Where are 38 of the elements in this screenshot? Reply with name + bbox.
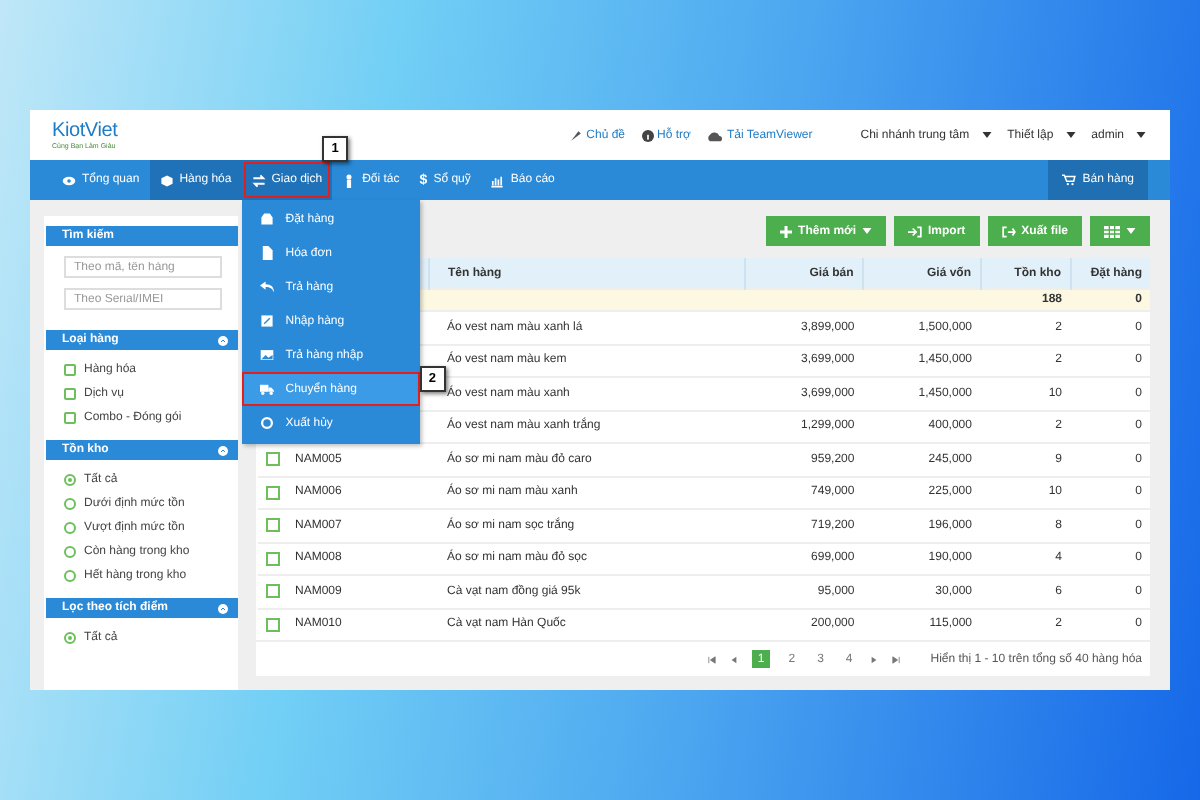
caret-icon [861, 228, 872, 234]
eye-icon [62, 173, 76, 187]
box-icon [159, 173, 174, 187]
caret-icon [1136, 132, 1146, 138]
columns-button[interactable] [1090, 216, 1150, 246]
cart-icon [1062, 174, 1077, 186]
row-checkbox[interactable] [265, 584, 279, 599]
caret-icon [1126, 228, 1136, 234]
logo: KiotViet [52, 121, 118, 141]
caret-icon [981, 132, 992, 138]
truck-icon [259, 382, 274, 396]
collapse-icon[interactable] [218, 335, 228, 345]
info-icon [641, 129, 654, 141]
row-checkbox[interactable] [265, 551, 279, 566]
cloud-icon [706, 129, 723, 141]
row-checkbox[interactable] [265, 617, 279, 632]
sign-in-icon [907, 225, 922, 237]
chart-icon [490, 173, 505, 187]
reply-icon [259, 280, 274, 294]
grid-icon [1104, 225, 1120, 237]
plus-icon [780, 225, 793, 237]
person-icon [342, 173, 357, 187]
inbox-icon [259, 212, 274, 226]
import-icon [259, 314, 274, 328]
previous-page-icon[interactable] [729, 655, 738, 663]
row-checkbox[interactable] [265, 452, 279, 467]
caret-icon [1065, 132, 1076, 138]
sign-out-icon [1001, 225, 1016, 237]
last-page-icon[interactable] [892, 655, 901, 663]
brush-icon [570, 129, 583, 141]
swap-icon [251, 173, 266, 187]
row-checkbox[interactable] [265, 485, 279, 500]
collapse-icon[interactable] [218, 603, 228, 613]
image-icon [259, 348, 274, 362]
first-page-icon[interactable] [707, 655, 716, 663]
next-page-icon[interactable] [870, 655, 879, 663]
collapse-icon[interactable] [218, 445, 228, 455]
row-checkbox[interactable] [265, 518, 279, 533]
